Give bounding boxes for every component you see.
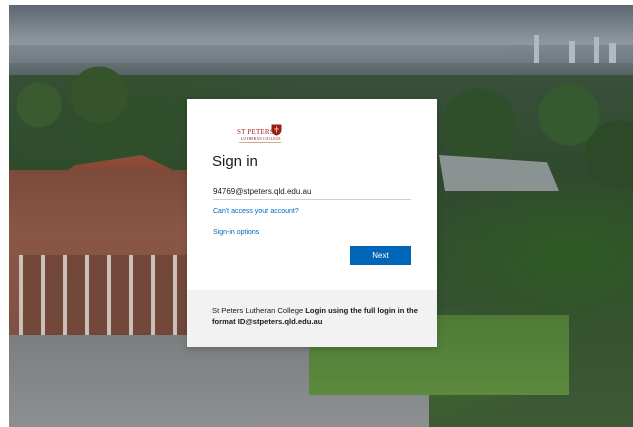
org-message-panel: St Peters Lutheran College Login using t… [187, 290, 437, 347]
org-message: St Peters Lutheran College Login using t… [212, 305, 422, 327]
building-veranda [19, 255, 189, 335]
logo-divider [239, 142, 281, 143]
logo-name: ST PETERS [237, 128, 274, 136]
email-field[interactable]: 94769@stpeters.qld.edu.au [213, 181, 411, 200]
email-value: 94769@stpeters.qld.edu.au [213, 187, 312, 196]
cant-access-account-link[interactable]: Can't access your account? [213, 208, 299, 215]
page-title: Sign in [212, 153, 258, 170]
next-button[interactable]: Next [350, 246, 411, 265]
sign-in-options-link[interactable]: Sign-in options [213, 229, 259, 236]
sign-in-card: ST PETERS LUTHERAN COLLEGE Sign in 94769… [187, 99, 437, 347]
org-logo: ST PETERS LUTHERAN COLLEGE [237, 124, 297, 146]
org-message-prefix: St Peters Lutheran College [212, 306, 306, 315]
logo-subtitle: LUTHERAN COLLEGE [241, 137, 281, 141]
shield-icon [271, 124, 282, 136]
